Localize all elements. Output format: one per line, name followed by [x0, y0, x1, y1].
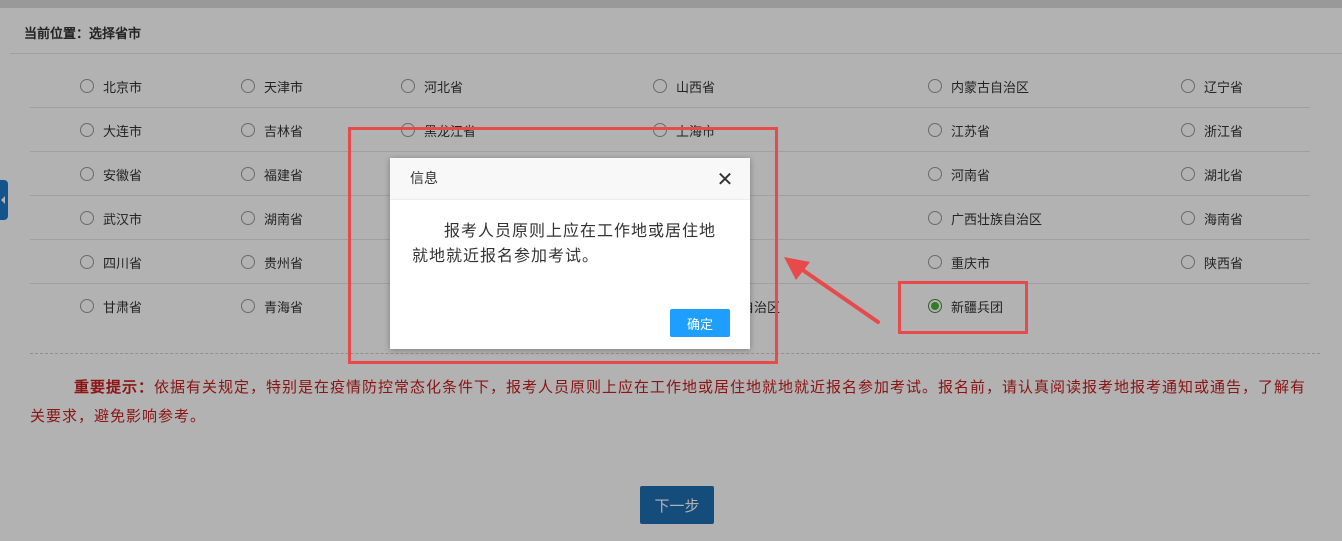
- annotation-box-dialog: [348, 127, 778, 364]
- annotation-box-selected: [898, 281, 1028, 334]
- annotation-arrow-icon: [784, 257, 880, 324]
